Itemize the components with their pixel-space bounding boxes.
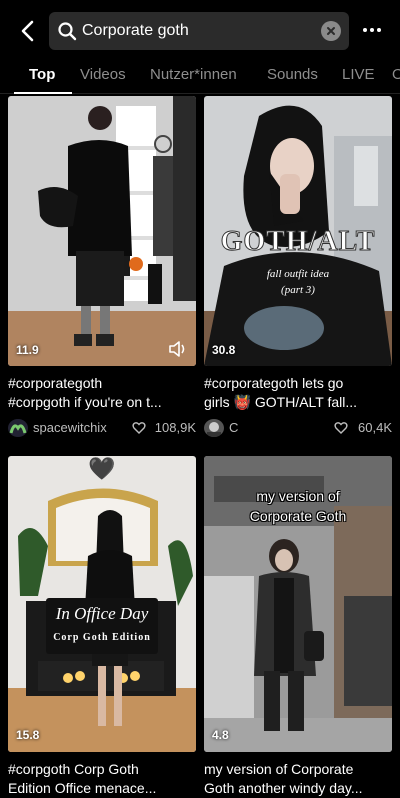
overlay-title: GOTH/ALT (220, 226, 376, 258)
video-thumbnail[interactable] (8, 96, 196, 366)
video-thumbnail[interactable]: 🖤 In Office Day Corp Goth Edition (8, 456, 196, 752)
search-input[interactable]: Corporate goth (49, 12, 349, 50)
heart-icon (334, 422, 348, 434)
tab-users[interactable]: Nutzer*innen (150, 66, 237, 83)
like-count: 60,4K (358, 420, 392, 435)
overlay-title: In Office Day (55, 604, 149, 623)
tab-top[interactable]: Top (29, 66, 55, 83)
search-icon (58, 22, 77, 41)
search-header: Corporate goth (0, 0, 400, 62)
overlay-subtitle: (part 3) (281, 284, 315, 296)
like-count: 108,9K (154, 420, 196, 435)
video-card[interactable]: GOTH/ALT fall outfit idea (part 3) 30.8 … (204, 96, 392, 442)
overlay-subtitle: fall outfit idea (266, 268, 330, 280)
username[interactable]: C (229, 420, 238, 435)
overlay-title: my version of (256, 488, 340, 504)
more-options-icon[interactable] (358, 18, 386, 42)
video-meta: C 60,4K (204, 419, 392, 437)
view-count: 15.8 (16, 728, 40, 742)
video-caption: #corporategoth lets go girls 👹 GOTH/ALT … (204, 375, 358, 410)
video-card[interactable]: 🖤 In Office Day Corp Goth Edition 15.8 #… (8, 456, 196, 798)
video-thumbnail[interactable]: my version of Corporate Goth (204, 456, 392, 752)
sound-icon[interactable] (168, 340, 188, 358)
avatar[interactable] (204, 419, 224, 437)
video-meta: spacewitchix 108,9K (8, 419, 196, 437)
search-tabs: Top Videos Nutzer*innen Sounds LIVE O (0, 62, 400, 94)
username[interactable]: spacewitchix (33, 420, 107, 435)
video-caption: my version of Corporate Goth another win… (204, 761, 363, 796)
tab-sounds[interactable]: Sounds (267, 66, 318, 83)
video-caption: #corporategoth #corpgoth if you're on t.… (8, 375, 162, 410)
video-thumbnail[interactable]: GOTH/ALT fall outfit idea (part 3) (204, 96, 392, 366)
search-query: Corporate goth (82, 22, 189, 39)
view-count: 4.8 (212, 728, 229, 742)
heart-icon (132, 422, 146, 434)
avatar[interactable] (8, 419, 28, 437)
video-card[interactable]: my version of Corporate Goth 4.8 my vers… (204, 456, 392, 798)
tab-live[interactable]: LIVE (342, 66, 375, 83)
tab-videos[interactable]: Videos (80, 66, 126, 83)
active-tab-indicator (14, 92, 72, 94)
view-count: 11.9 (16, 343, 39, 357)
view-count: 30.8 (212, 343, 236, 357)
overlay-subtitle: Corp Goth Edition (53, 632, 151, 643)
back-arrow-icon[interactable] (12, 16, 42, 46)
overlay-title: Corporate Goth (249, 508, 347, 524)
video-card[interactable]: 11.9 #corporategoth #corpgoth if you're … (8, 96, 196, 442)
clear-icon[interactable] (321, 21, 341, 41)
tab-overflow[interactable]: O (392, 66, 400, 83)
overlay-emoji: 🖤 (88, 456, 116, 481)
video-caption: #corpgoth Corp Goth Edition Office menac… (8, 761, 157, 796)
